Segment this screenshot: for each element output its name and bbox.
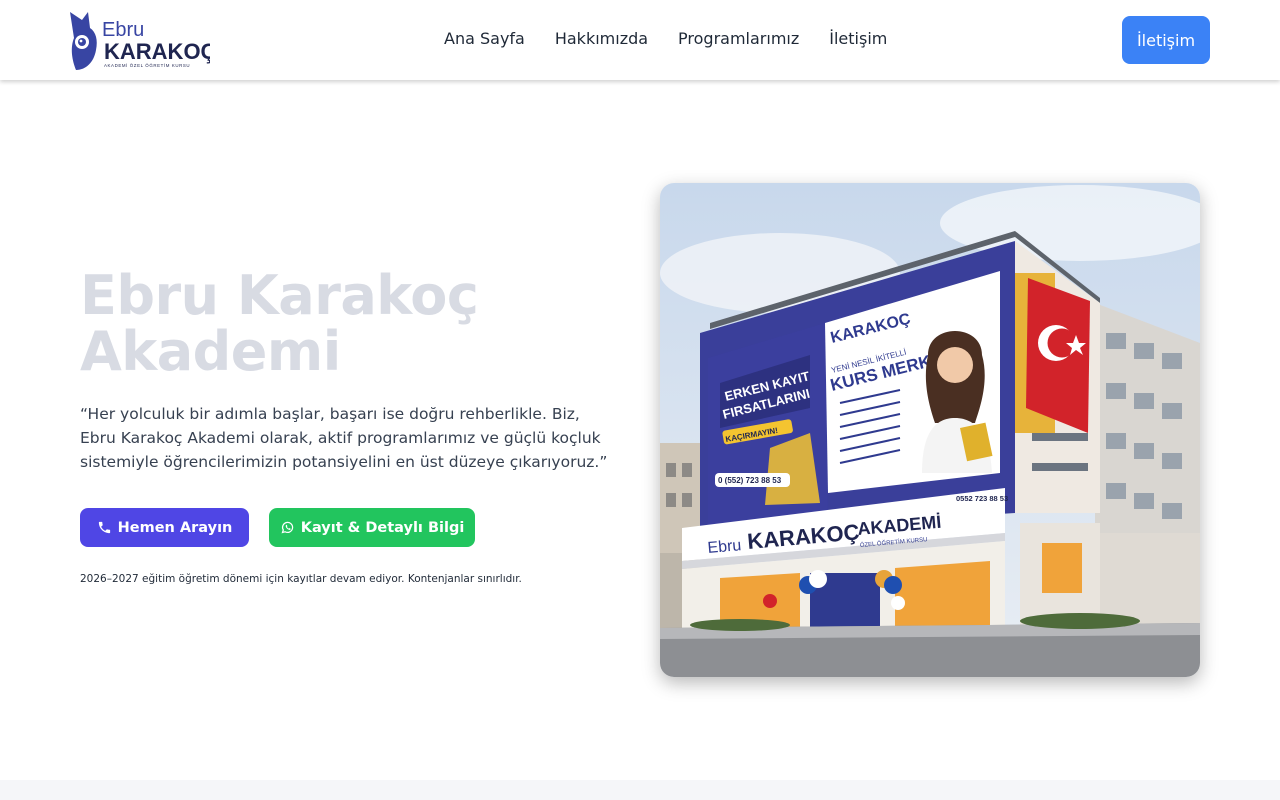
logo-text-bottom: KARAKOÇ: [104, 39, 210, 64]
nav-home[interactable]: Ana Sayfa: [444, 29, 525, 48]
phone-icon: [98, 521, 110, 534]
sign-left: Ebru: [707, 537, 742, 557]
nav-about[interactable]: Hakkımızda: [555, 29, 648, 48]
hero-title-line1: Ebru Karakoç: [80, 264, 479, 327]
registration-note: 2026–2027 eğitim öğretim dönemi için kay…: [80, 573, 522, 585]
banner-left-phone: 0 (552) 723 88 53: [718, 476, 782, 485]
hero-title-line2: Akademi: [80, 320, 341, 383]
whatsapp-icon: [281, 521, 293, 534]
hero-title: Ebru Karakoç Akademi: [80, 268, 620, 380]
hero-quote: “Her yolculuk bir adımla başlar, başarı …: [80, 405, 608, 471]
logo-tagline: AKADEMİ ÖZEL ÖĞRETİM KURSU: [104, 63, 190, 68]
main-nav: Ana Sayfa Hakkımızda Programlarımız İlet…: [444, 29, 887, 48]
logo-text-top: Ebru: [102, 19, 144, 41]
register-info-button[interactable]: Kayıt & Detaylı Bilgi: [269, 508, 475, 547]
call-now-button[interactable]: Hemen Arayın: [80, 508, 249, 547]
brand-logo[interactable]: Ebru KARAKOÇ AKADEMİ ÖZEL ÖĞRETİM KURSU: [68, 8, 210, 72]
building-illustration: ERKEN KAYIT FIRSATLARINI KAÇIRMAYIN! 0 (…: [660, 183, 1200, 677]
site-header: Ebru KARAKOÇ AKADEMİ ÖZEL ÖĞRETİM KURSU …: [0, 0, 1280, 80]
building-photo: ERKEN KAYIT FIRSATLARINI KAÇIRMAYIN! 0 (…: [660, 183, 1200, 677]
logo-owl-icon: [70, 12, 97, 70]
sign-phone: 0552 723 88 53: [956, 494, 1008, 503]
nav-contact[interactable]: İletişim: [829, 29, 887, 48]
nav-programs[interactable]: Programlarımız: [678, 29, 799, 48]
next-section-strip: [0, 780, 1280, 800]
register-info-label: Kayıt & Detaylı Bilgi: [300, 519, 465, 536]
contact-button[interactable]: İletişim: [1122, 16, 1210, 64]
call-now-label: Hemen Arayın: [117, 519, 233, 536]
